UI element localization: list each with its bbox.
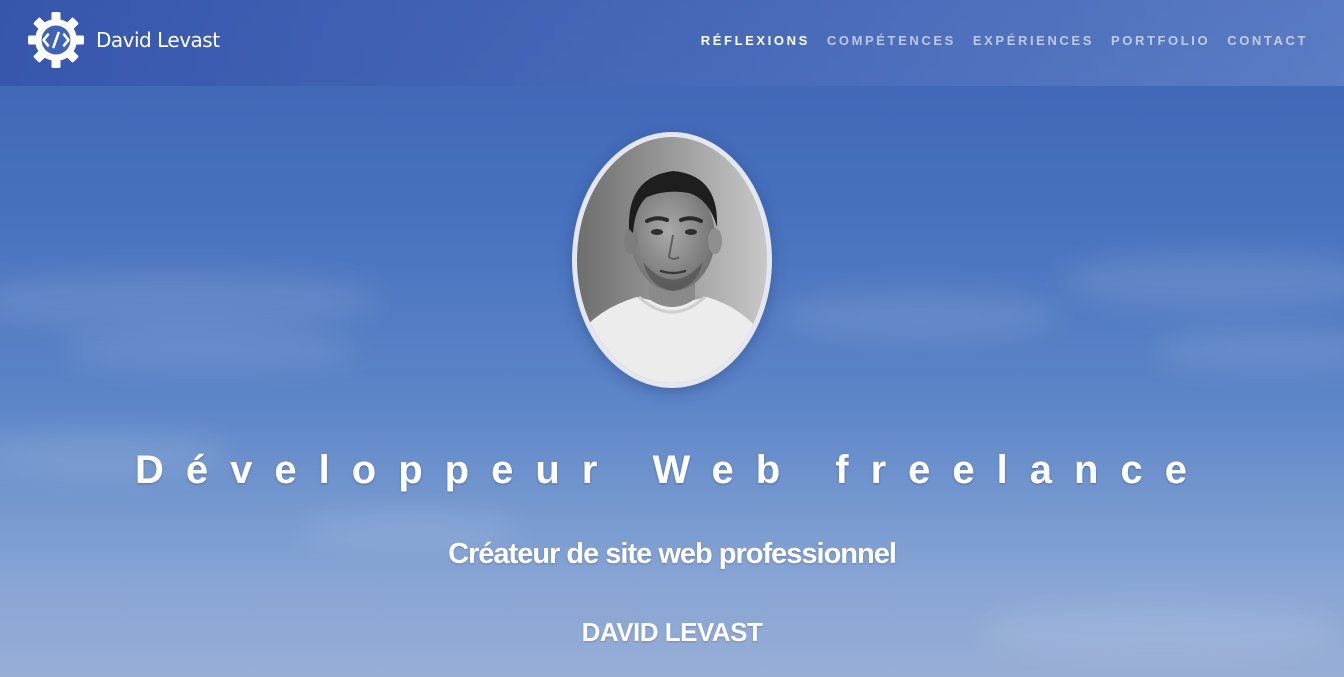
brand-name: David Levast [96,28,220,52]
cloud [780,290,1060,340]
hero-name: DAVID LEVAST [581,617,763,647]
main-nav: RÉFLEXIONS COMPÉTENCES EXPÉRIENCES PORTF… [701,33,1308,48]
hero-subtitle: Créateur de site web professionnel [448,538,897,570]
avatar-frame [572,132,772,388]
cloud [1150,330,1344,370]
cloud [60,330,360,370]
brand-link[interactable]: David Levast [26,10,220,70]
navbar: David Levast RÉFLEXIONS COMPÉTENCES EXPÉ… [0,0,1344,86]
nav-item-reflexions[interactable]: RÉFLEXIONS [701,33,810,48]
cloud [1060,250,1344,310]
cloud [0,270,380,330]
nav-item-contact[interactable]: CONTACT [1227,33,1308,48]
avatar [577,137,767,383]
portrait-image [577,137,767,383]
page: David Levast RÉFLEXIONS COMPÉTENCES EXPÉ… [0,0,1344,677]
hero-headline: Développeur Web freelance [135,448,1209,492]
nav-item-experiences[interactable]: EXPÉRIENCES [973,33,1094,48]
nav-item-competences[interactable]: COMPÉTENCES [827,33,956,48]
nav-item-portfolio[interactable]: PORTFOLIO [1111,33,1210,48]
gear-code-icon [28,12,84,68]
